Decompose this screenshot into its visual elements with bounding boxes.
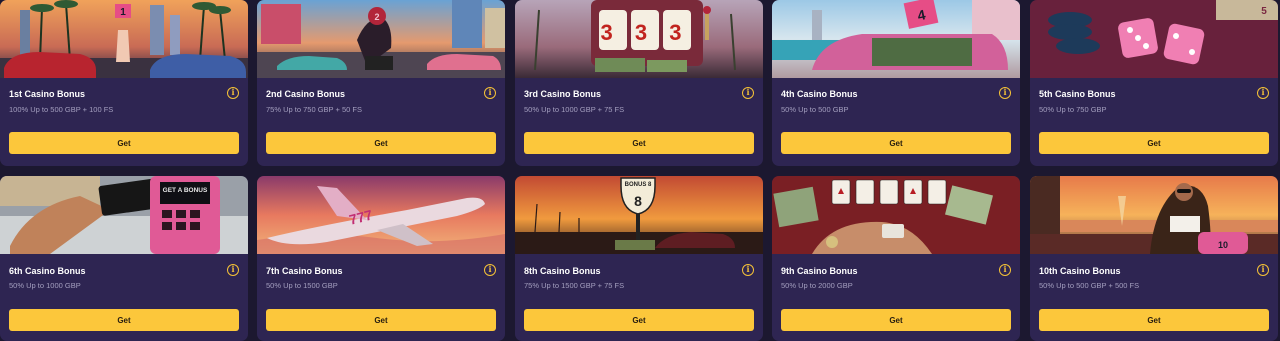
thumb-badge-text: 1 xyxy=(120,7,126,18)
get-bonus-button[interactable]: Get xyxy=(524,132,754,154)
info-icon[interactable]: i xyxy=(227,87,239,99)
palm-street-poster-image: 1 xyxy=(0,0,248,78)
bonus-thumbnail[interactable]: 10 xyxy=(1030,176,1278,254)
info-icon[interactable]: i xyxy=(742,87,754,99)
bonus-thumbnail[interactable]: 2 xyxy=(257,0,505,78)
get-bonus-button[interactable]: Get xyxy=(781,309,1011,331)
get-bonus-button[interactable]: Get xyxy=(9,309,239,331)
info-icon[interactable]: i xyxy=(484,264,496,276)
thumb-badge-text: GET A BONUS xyxy=(163,187,208,194)
bonus-description: 50% Up to 1000 GBP xyxy=(9,281,81,290)
pink-car-cash-image: 4 xyxy=(772,0,1020,78)
bonus-thumbnail[interactable]: 777 xyxy=(257,176,505,254)
bonus-card: 1 1st Casino Bonus 100% Up to 500 GBP + … xyxy=(0,0,248,166)
bonus-title: 3rd Casino Bonus xyxy=(524,89,602,99)
bonus-card: 2 2nd Casino Bonus 75% Up to 750 GBP + 5… xyxy=(257,0,505,166)
card-payment-terminal-image: GET A BONUS xyxy=(0,176,248,254)
bonus-description: 50% Up to 750 GBP xyxy=(1039,105,1107,114)
bonus-description: 50% Up to 1000 GBP + 75 FS xyxy=(524,105,625,114)
bonus-title: 6th Casino Bonus xyxy=(9,266,86,276)
bonus-card: GET A BONUS 6th Casino Bonus 50% Up to 1… xyxy=(0,176,248,341)
bonus-title: 5th Casino Bonus xyxy=(1039,89,1116,99)
bonus-card: 5 5th Casino Bonus 50% Up to 750 GBP i G… xyxy=(1030,0,1278,166)
thumb-badge-text: 3 3 3 xyxy=(601,20,690,45)
get-bonus-button[interactable]: Get xyxy=(266,309,496,331)
get-bonus-button[interactable]: Get xyxy=(524,309,754,331)
bonus-title: 9th Casino Bonus xyxy=(781,266,858,276)
bonus-road-sign-image: BONUS 8 8 xyxy=(515,176,763,254)
jet-777-sunset-image: 777 xyxy=(257,176,505,254)
biker-street-scene-image: 2 xyxy=(257,0,505,78)
bonus-description: 50% Up to 2000 GBP xyxy=(781,281,853,290)
get-bonus-button[interactable]: Get xyxy=(1039,309,1269,331)
bonus-thumbnail[interactable]: 3 3 3 xyxy=(515,0,763,78)
svg-text:8: 8 xyxy=(634,193,642,209)
info-icon[interactable]: i xyxy=(999,87,1011,99)
woman-beach-sunset-image: 10 xyxy=(1030,176,1278,254)
bonus-thumbnail[interactable]: 5 xyxy=(1030,0,1278,78)
dice-and-chips-image: 5 xyxy=(1030,0,1278,78)
bonus-thumbnail[interactable] xyxy=(772,176,1020,254)
bonus-card: 9th Casino Bonus 50% Up to 2000 GBP i Ge… xyxy=(772,176,1020,341)
bonus-grid: 1 1st Casino Bonus 100% Up to 500 GBP + … xyxy=(0,0,1280,341)
bonus-title: 7th Casino Bonus xyxy=(266,266,343,276)
thumb-badge-text: BONUS 8 xyxy=(625,182,652,188)
bonus-title: 1st Casino Bonus xyxy=(9,89,86,99)
info-icon[interactable]: i xyxy=(999,264,1011,276)
bonus-title: 10th Casino Bonus xyxy=(1039,266,1121,276)
get-bonus-button[interactable]: Get xyxy=(781,132,1011,154)
poker-cards-cash-image xyxy=(772,176,1020,254)
bonus-thumbnail[interactable]: 4 xyxy=(772,0,1020,78)
info-icon[interactable]: i xyxy=(484,87,496,99)
bonus-title: 4th Casino Bonus xyxy=(781,89,858,99)
bonus-description: 75% Up to 1500 GBP + 75 FS xyxy=(524,281,625,290)
bonus-description: 50% Up to 500 GBP xyxy=(781,105,849,114)
bonus-card: 777 7th Casino Bonus 50% Up to 1500 GBP … xyxy=(257,176,505,341)
thumb-badge-text: 2 xyxy=(374,12,379,22)
info-icon[interactable]: i xyxy=(227,264,239,276)
bonus-description: 50% Up to 500 GBP + 500 FS xyxy=(1039,281,1140,290)
bonus-title: 8th Casino Bonus xyxy=(524,266,601,276)
get-bonus-button[interactable]: Get xyxy=(1039,132,1269,154)
bonus-card: 4 4th Casino Bonus 50% Up to 500 GBP i G… xyxy=(772,0,1020,166)
thumb-badge-text: 10 xyxy=(1218,240,1228,250)
slot-machine-image: 3 3 3 xyxy=(515,0,763,78)
bonus-card: BONUS 8 8 8th Casino Bonus 75% Up to 150… xyxy=(515,176,763,341)
bonus-card: 10 10th Casino Bonus 50% Up to 500 GBP +… xyxy=(1030,176,1278,341)
bonus-thumbnail[interactable]: BONUS 8 8 xyxy=(515,176,763,254)
bonus-thumbnail[interactable]: 1 xyxy=(0,0,248,78)
bonus-description: 75% Up to 750 GBP + 50 FS xyxy=(266,105,362,114)
bonus-title: 2nd Casino Bonus xyxy=(266,89,346,99)
bonus-thumbnail[interactable]: GET A BONUS xyxy=(0,176,248,254)
get-bonus-button[interactable]: Get xyxy=(9,132,239,154)
info-icon[interactable]: i xyxy=(1257,264,1269,276)
get-bonus-button[interactable]: Get xyxy=(266,132,496,154)
info-icon[interactable]: i xyxy=(742,264,754,276)
bonus-card: 3 3 3 3rd Casino Bonus 50% Up to 1000 GB… xyxy=(515,0,763,166)
bonus-description: 50% Up to 1500 GBP xyxy=(266,281,338,290)
thumb-badge-text: 5 xyxy=(1261,6,1267,17)
info-icon[interactable]: i xyxy=(1257,87,1269,99)
bonus-description: 100% Up to 500 GBP + 100 FS xyxy=(9,105,114,114)
